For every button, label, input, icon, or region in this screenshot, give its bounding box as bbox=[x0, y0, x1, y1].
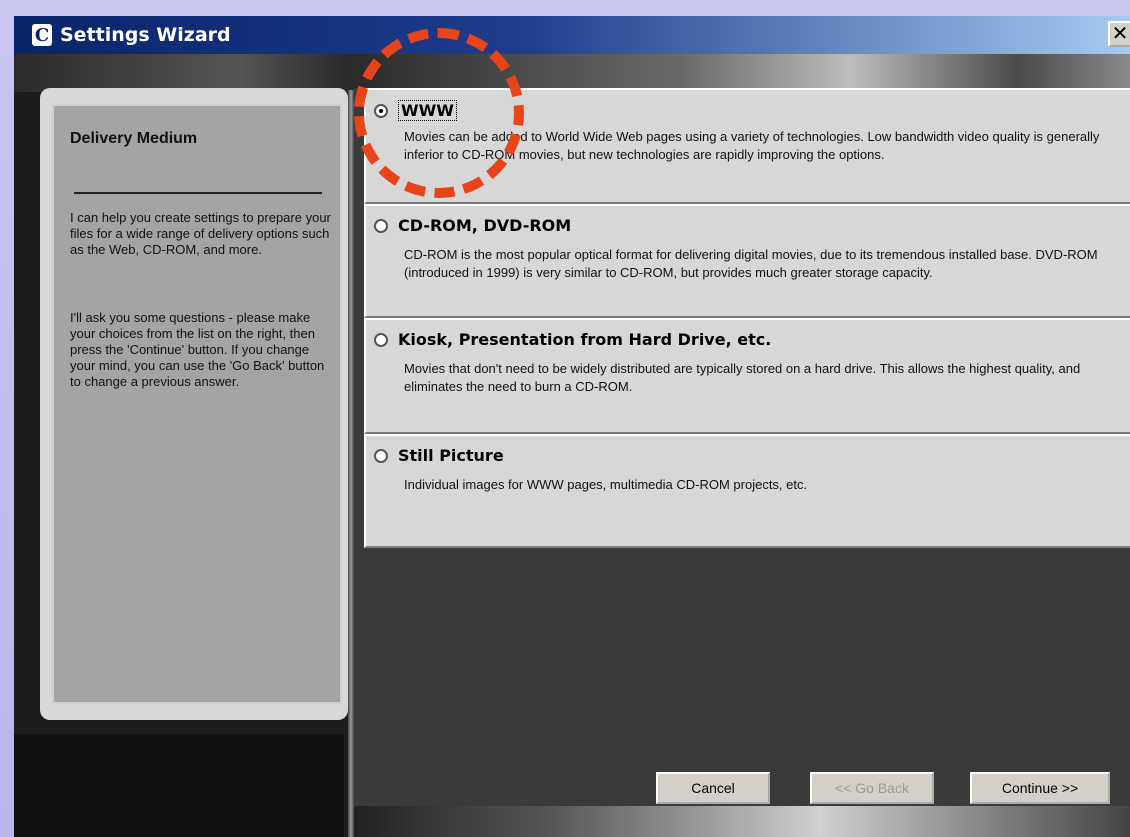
option-cd-rom-dvd-rom[interactable]: CD-ROM, DVD-ROM CD-ROM is the most popul… bbox=[364, 204, 1130, 318]
wizard-content: Delivery Medium I can help you create se… bbox=[14, 54, 1130, 837]
option-description-kiosk: Movies that don't need to be widely dist… bbox=[404, 361, 1081, 394]
metal-header-decoration bbox=[14, 54, 1130, 92]
go-back-button[interactable]: << Go Back bbox=[810, 772, 934, 804]
options-area: WWW Movies can be added to World Wide We… bbox=[354, 88, 1130, 806]
sidebar-instructions-text: I'll ask you some questions - please mak… bbox=[70, 310, 325, 389]
cancel-button[interactable]: Cancel bbox=[656, 772, 770, 804]
continue-button[interactable]: Continue >> bbox=[970, 772, 1110, 804]
option-still-picture[interactable]: Still Picture Individual images for WWW … bbox=[364, 434, 1130, 548]
metal-footer-decoration bbox=[354, 806, 1130, 837]
option-kiosk[interactable]: Kiosk, Presentation from Hard Drive, etc… bbox=[364, 318, 1130, 434]
sidebar-divider bbox=[74, 192, 322, 194]
option-description-www: Movies can be added to World Wide Web pa… bbox=[404, 129, 1100, 162]
bottom-left-panel bbox=[14, 734, 344, 837]
option-description-cd-rom-dvd-rom: CD-ROM is the most popular optical forma… bbox=[404, 247, 1098, 280]
radio-www[interactable] bbox=[374, 103, 388, 118]
app-logo-icon: C bbox=[32, 24, 52, 46]
option-label-www: WWW bbox=[398, 100, 457, 121]
radio-cd-rom-dvd-rom[interactable] bbox=[374, 218, 388, 233]
option-description-still-picture: Individual images for WWW pages, multime… bbox=[404, 477, 808, 492]
option-label-kiosk: Kiosk, Presentation from Hard Drive, etc… bbox=[398, 330, 772, 349]
radio-kiosk[interactable] bbox=[374, 332, 388, 347]
window-title: Settings Wizard bbox=[60, 24, 231, 46]
sidebar-panel: Delivery Medium I can help you create se… bbox=[52, 104, 342, 704]
radio-still-picture[interactable] bbox=[374, 448, 388, 463]
sidebar-title: Delivery Medium bbox=[70, 130, 198, 147]
option-label-still-picture: Still Picture bbox=[398, 446, 504, 465]
close-icon[interactable]: ✕ bbox=[1108, 21, 1130, 47]
option-www[interactable]: WWW Movies can be added to World Wide We… bbox=[364, 88, 1130, 204]
title-bar: C Settings Wizard ✕ bbox=[14, 16, 1130, 54]
option-label-cd-rom-dvd-rom: CD-ROM, DVD-ROM bbox=[398, 216, 572, 235]
settings-wizard-window: C Settings Wizard ✕ Delivery Medium I ca… bbox=[14, 16, 1130, 837]
sidebar-intro-text: I can help you create settings to prepar… bbox=[70, 210, 331, 257]
